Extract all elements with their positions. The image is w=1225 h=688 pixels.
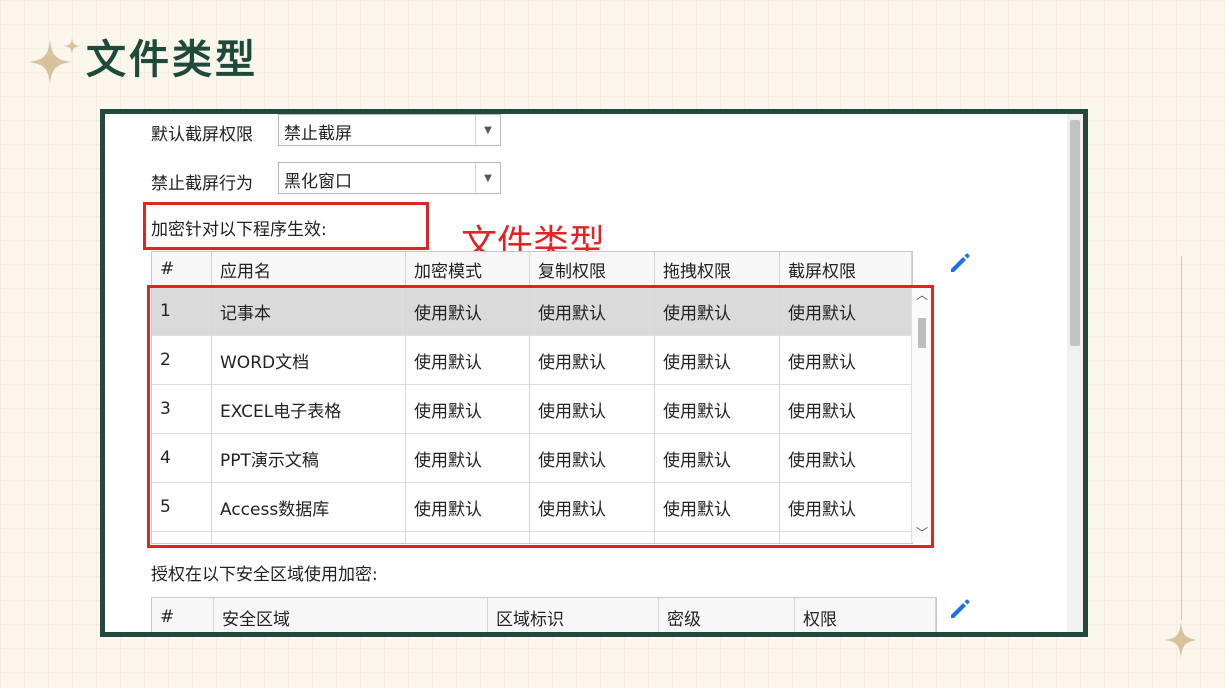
screenshot-permission-select[interactable]: 禁止截屏 ▼ (278, 114, 501, 146)
column-header-security-zone[interactable]: 安全区域 (214, 598, 488, 632)
screenshot-permission-label: 默认截屏权限 (151, 125, 253, 145)
column-header-zone-id[interactable]: 区域标识 (488, 598, 659, 632)
table-header: # 应用名 加密模式 复制权限 拖拽权限 截屏权限 (152, 252, 912, 287)
column-header-drag-permission[interactable]: 拖拽权限 (655, 252, 780, 286)
panel-scrollbar[interactable] (1067, 114, 1083, 632)
column-header-encrypt-mode[interactable]: 加密模式 (406, 252, 530, 286)
scrollbar-thumb[interactable] (1070, 120, 1080, 346)
column-header-copy-permission[interactable]: 复制权限 (530, 252, 655, 286)
screenshot-behavior-select[interactable]: 黑化窗口 ▼ (278, 162, 501, 194)
column-header-app-name[interactable]: 应用名 (212, 252, 406, 286)
highlight-box-programs-table (147, 285, 934, 548)
screenshot-behavior-label: 禁止截屏行为 (151, 174, 253, 194)
sparkle-icon (1165, 622, 1197, 658)
highlight-box-programs-label (143, 202, 429, 250)
chevron-down-icon[interactable]: ▼ (475, 115, 500, 145)
page-title: 文件类型 (86, 37, 258, 83)
screenshot-permission-value: 禁止截屏 (284, 124, 352, 144)
screenshot-behavior-value: 黑化窗口 (284, 172, 352, 192)
column-header-secret-level[interactable]: 密级 (659, 598, 795, 632)
column-header-screenshot-permission[interactable]: 截屏权限 (780, 252, 912, 286)
decorative-divider (1181, 256, 1182, 620)
column-header-index[interactable]: # (152, 598, 214, 632)
settings-panel: 默认截屏权限 禁止截屏 ▼ 禁止截屏行为 黑化窗口 ▼ 加密针对以下程序生效: … (105, 114, 1083, 632)
pencil-icon[interactable] (947, 596, 973, 622)
zones-label: 授权在以下安全区域使用加密: (151, 565, 378, 585)
column-header-permission[interactable]: 权限 (795, 598, 936, 632)
column-header-index[interactable]: # (152, 252, 212, 286)
chevron-down-icon[interactable]: ▼ (475, 163, 500, 193)
pencil-icon[interactable] (947, 250, 973, 276)
screenshot-frame: 默认截屏权限 禁止截屏 ▼ 禁止截屏行为 黑化窗口 ▼ 加密针对以下程序生效: … (100, 109, 1088, 637)
zones-table: # 安全区域 区域标识 密级 权限 (151, 597, 937, 632)
sparkle-icon (28, 38, 80, 84)
